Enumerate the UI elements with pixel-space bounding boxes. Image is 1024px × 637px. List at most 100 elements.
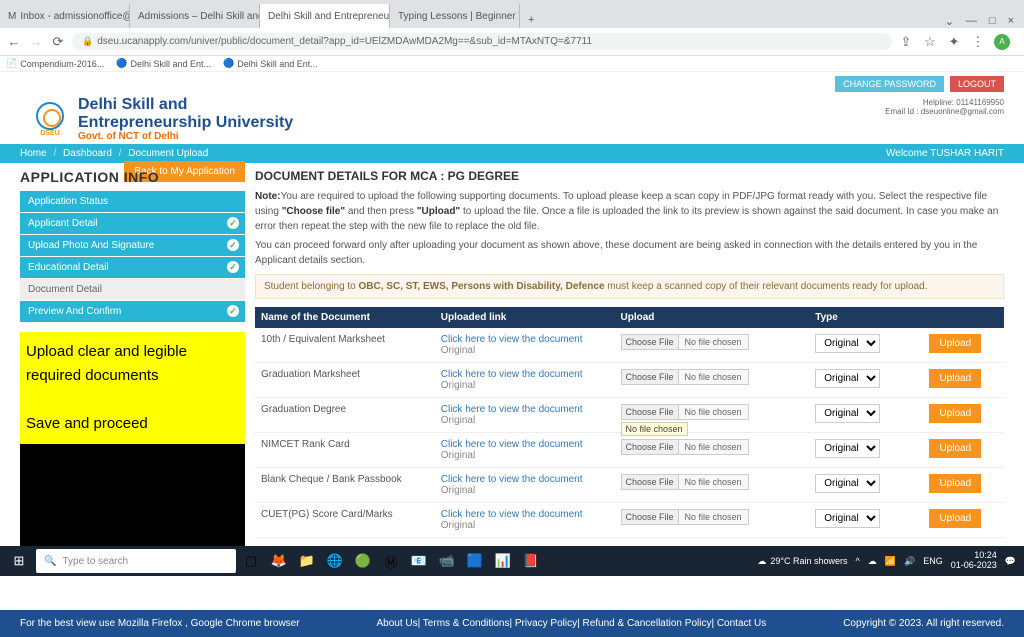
taskbar-app[interactable]: 🟦 xyxy=(462,546,488,576)
nav-upload-photo[interactable]: Upload Photo And Signature✓ xyxy=(20,235,245,256)
type-select[interactable]: Original xyxy=(815,509,880,528)
tray-volume-icon[interactable]: 🔊 xyxy=(904,556,915,567)
check-icon: ✓ xyxy=(227,239,239,251)
choose-file-button[interactable]: Choose File xyxy=(622,335,679,349)
view-document-link[interactable]: Click here to view the document xyxy=(441,334,583,345)
col-type: Type xyxy=(809,307,906,328)
file-input[interactable]: Choose FileNo file chosen xyxy=(621,509,749,525)
table-row: 10th / Equivalent Marksheet Click here t… xyxy=(255,328,1004,363)
view-document-link[interactable]: Click here to view the document xyxy=(441,509,583,520)
bookmark-item[interactable]: 🔵Delhi Skill and Ent... xyxy=(223,58,318,69)
upload-button[interactable]: Upload xyxy=(929,369,981,388)
nav-application-status[interactable]: Application Status xyxy=(20,191,245,212)
change-password-button[interactable]: CHANGE PASSWORD xyxy=(835,76,944,92)
upload-button[interactable]: Upload xyxy=(929,334,981,353)
browser-tab[interactable]: Admissions – Delhi Skill and Ent...× xyxy=(130,4,260,28)
file-input[interactable]: Choose FileNo file chosen xyxy=(621,404,749,420)
file-input[interactable]: Choose FileNo file chosen xyxy=(621,369,749,385)
view-document-link[interactable]: Click here to view the document xyxy=(441,404,583,415)
reload-icon[interactable]: ⟳ xyxy=(50,34,66,50)
task-view-icon[interactable]: ▢ xyxy=(238,546,264,576)
back-icon[interactable]: ← xyxy=(6,34,22,49)
tray-chevron-icon[interactable]: ^ xyxy=(856,556,860,566)
choose-file-button[interactable]: Choose File xyxy=(622,510,679,524)
taskbar-app[interactable]: 🦊 xyxy=(266,546,292,576)
tray-cloud-icon[interactable]: ☁ xyxy=(868,556,877,567)
type-select[interactable]: Original xyxy=(815,474,880,493)
profile-avatar[interactable]: A xyxy=(994,34,1010,50)
file-input[interactable]: Choose FileNo file chosen xyxy=(621,334,749,350)
choose-file-button[interactable]: Choose File xyxy=(622,475,679,489)
type-select[interactable]: Original xyxy=(815,369,880,388)
choose-file-button[interactable]: Choose File xyxy=(622,370,679,384)
no-file-label: No file chosen xyxy=(679,370,748,384)
nav-educational-detail[interactable]: Educational Detail✓ xyxy=(20,257,245,278)
file-input[interactable]: Choose FileNo file chosen xyxy=(621,474,749,490)
caret-down-icon[interactable]: ⌄ xyxy=(945,15,954,28)
choose-file-button[interactable]: Choose File xyxy=(622,440,679,454)
nav-preview-confirm[interactable]: Preview And Confirm✓ xyxy=(20,301,245,322)
view-document-link[interactable]: Click here to view the document xyxy=(441,474,583,485)
table-row: Graduation Marksheet Click here to view … xyxy=(255,363,1004,398)
menu-icon[interactable]: ⋮ xyxy=(970,34,986,50)
notifications-icon[interactable]: 💬 xyxy=(1005,556,1016,567)
university-name: Delhi Skill andEntrepreneurship Universi… xyxy=(78,96,293,131)
taskbar-app[interactable]: 🟢 xyxy=(350,546,376,576)
no-file-label: No file chosen xyxy=(679,510,748,524)
annotation-upload: Upload clear and legible required docume… xyxy=(20,332,245,444)
upload-button[interactable]: Upload xyxy=(929,509,981,528)
nav-document-detail[interactable]: Document Detail xyxy=(20,279,245,300)
breadcrumb-home[interactable]: Home xyxy=(20,148,47,159)
taskbar-app[interactable]: 📧 xyxy=(406,546,432,576)
side-nav: Application Status Applicant Detail✓ Upl… xyxy=(20,191,245,322)
doc-name: 10th / Equivalent Marksheet xyxy=(255,328,435,363)
choose-file-button[interactable]: Choose File xyxy=(622,405,679,419)
share-icon[interactable]: ⇪ xyxy=(898,34,914,50)
taskbar-app[interactable]: 📕 xyxy=(518,546,544,576)
bookmark-item[interactable]: 📄Compendium-2016... xyxy=(6,58,104,69)
forward-icon[interactable]: → xyxy=(28,34,44,49)
taskbar-app[interactable]: 📁 xyxy=(294,546,320,576)
table-row: Graduation Degree Click here to view the… xyxy=(255,398,1004,433)
footer-links[interactable]: About Us| Terms & Conditions| Privacy Po… xyxy=(376,618,766,629)
no-file-label: No file chosen xyxy=(679,440,748,454)
logout-button[interactable]: LOGOUT xyxy=(950,76,1004,92)
nav-applicant-detail[interactable]: Applicant Detail✓ xyxy=(20,213,245,234)
bookmark-item[interactable]: 🔵Delhi Skill and Ent... xyxy=(116,58,211,69)
browser-tab-active[interactable]: Delhi Skill and Entrepreneurship× xyxy=(260,4,390,28)
university-logo: DSEU xyxy=(30,99,70,139)
window-controls: ⌄ — □ × xyxy=(935,15,1024,28)
footer-copyright: Copyright © 2023. All right reserved. xyxy=(843,618,1004,629)
tray-wifi-icon[interactable]: 📶 xyxy=(885,556,896,567)
upload-button[interactable]: Upload xyxy=(929,474,981,493)
maximize-icon[interactable]: □ xyxy=(989,15,996,28)
new-tab-button[interactable]: + xyxy=(520,12,542,28)
taskbar-clock[interactable]: 10:24 01-06-2023 xyxy=(951,551,997,571)
browser-tab[interactable]: MInbox - admissionoffice@dseu...× xyxy=(0,4,130,28)
star-icon[interactable]: ☆ xyxy=(922,34,938,50)
type-select[interactable]: Original xyxy=(815,404,880,423)
upload-button[interactable]: Upload xyxy=(929,439,981,458)
view-document-link[interactable]: Click here to view the document xyxy=(441,369,583,380)
minimize-icon[interactable]: — xyxy=(966,15,977,28)
upload-button[interactable]: Upload xyxy=(929,404,981,423)
browser-tab[interactable]: Typing Lessons | Beginner Wrap...× xyxy=(390,4,520,28)
close-window-icon[interactable]: × xyxy=(1008,15,1014,28)
type-select[interactable]: Original xyxy=(815,439,880,458)
file-input[interactable]: Choose FileNo file chosen xyxy=(621,439,749,455)
extension-icon[interactable]: ✦ xyxy=(946,34,962,50)
type-select[interactable]: Original xyxy=(815,334,880,353)
view-document-link[interactable]: Click here to view the document xyxy=(441,439,583,450)
table-row: NIMCET Rank Card Click here to view the … xyxy=(255,433,1004,468)
taskbar-app[interactable]: 📹 xyxy=(434,546,460,576)
breadcrumb-dashboard[interactable]: Dashboard xyxy=(63,148,112,159)
taskbar-app[interactable]: Ⓜ xyxy=(378,546,404,576)
weather-widget[interactable]: ☁29°C Rain showers xyxy=(757,556,847,567)
taskbar-app[interactable]: 📊 xyxy=(490,546,516,576)
page-footer: For the best view use Mozilla Firefox , … xyxy=(0,610,1024,637)
taskbar-app[interactable]: 🌐 xyxy=(322,546,348,576)
taskbar-search[interactable]: 🔍Type to search xyxy=(36,549,236,573)
url-input[interactable]: 🔒 dseu.ucanapply.com/univer/public/docum… xyxy=(72,33,892,50)
start-button[interactable]: ⊞ xyxy=(4,546,34,576)
tray-language[interactable]: ENG xyxy=(923,556,943,566)
